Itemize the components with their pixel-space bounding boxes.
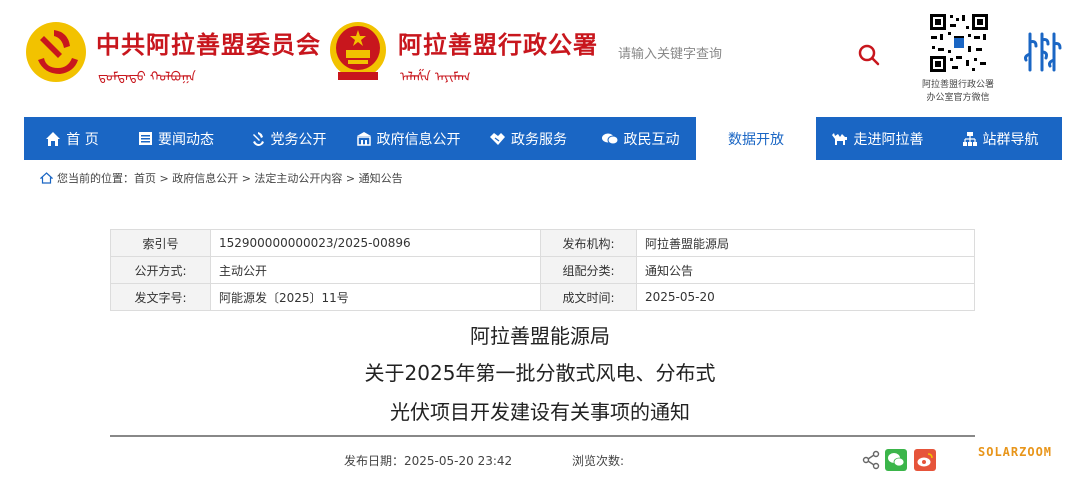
nav-news-label: 要闻动态 bbox=[158, 131, 214, 148]
view-count: 浏览次数: bbox=[572, 452, 624, 469]
nav-news[interactable]: 要闻动态 bbox=[120, 117, 232, 160]
document-number-value: 阿能源发〔2025〕11号 bbox=[210, 283, 541, 311]
nav-party-label: 党务公开 bbox=[270, 131, 327, 148]
table-row: 发文字号: 阿能源发〔2025〕11号 成文时间: 2025-05-20 bbox=[110, 283, 975, 311]
index-number-value: 152900000000023/2025-00896 bbox=[210, 229, 541, 257]
nav-open-data-label: 数据开放 bbox=[728, 131, 784, 148]
party-mongolian-text: ᠳ᠋ᠤᠮᠳᠠᠳᠤ ᠬᠣᠯᠪᠤᠭᠠ bbox=[98, 70, 196, 85]
document-title-line1: 阿拉善盟能源局 bbox=[470, 324, 610, 348]
publish-date-value: 2025-05-20 23:42 bbox=[404, 454, 513, 468]
handshake-icon bbox=[490, 133, 505, 145]
search-input[interactable] bbox=[604, 38, 844, 70]
disclosure-method-value: 主动公开 bbox=[210, 256, 541, 284]
document-info-table: 索引号 152900000000023/2025-00896 发布机构: 阿拉善… bbox=[110, 229, 975, 311]
nav-services[interactable]: 政务服务 bbox=[472, 117, 584, 160]
gov-mongolian-text: ᠠᠯᠠᠱᠠ ᠠᠶᠢᠮᠠᠭ bbox=[400, 70, 471, 85]
view-count-label: 浏览次数: bbox=[572, 454, 625, 468]
search-icon[interactable] bbox=[856, 42, 882, 68]
wechat-qr-code bbox=[928, 12, 990, 74]
nav-gov-info[interactable]: 政府信息公开 bbox=[344, 117, 472, 160]
category-value: 通知公告 bbox=[636, 256, 975, 284]
table-row: 索引号 152900000000023/2025-00896 发布机构: 阿拉善… bbox=[110, 229, 975, 257]
category-label: 组配分类: bbox=[540, 256, 637, 284]
publisher-value: 阿拉善盟能源局 bbox=[636, 229, 975, 257]
qr-caption-line1: 阿拉善盟行政公署 bbox=[921, 80, 994, 90]
home-outline-icon bbox=[40, 172, 53, 184]
index-number-label: 索引号 bbox=[110, 229, 211, 257]
site-header: 中共阿拉善盟委员会 ᠳ᠋ᠤᠮᠳᠠᠳᠤ ᠬᠣᠯᠪᠤᠭᠠ 阿拉善盟行政公署 ᠠᠯᠠᠱ… bbox=[0, 0, 1080, 117]
disclosure-method-label: 公开方式: bbox=[110, 256, 211, 284]
breadcrumb: 您当前的位置： 首页 > 政府信息公开 > 法定主动公开内容 > 通知公告 bbox=[40, 170, 403, 186]
nav-site-group[interactable]: 站群导航 bbox=[938, 117, 1062, 160]
search-box bbox=[604, 38, 892, 70]
party-committee-title: 中共阿拉善盟委员会 bbox=[96, 31, 321, 59]
publish-date-label: 发布日期： bbox=[344, 454, 405, 468]
nav-home[interactable]: 首 页 bbox=[24, 117, 120, 160]
party-icon bbox=[252, 131, 264, 146]
wechat-share-icon[interactable] bbox=[885, 449, 907, 471]
share-icon[interactable] bbox=[860, 449, 882, 471]
building-icon bbox=[356, 131, 371, 146]
party-emblem-icon bbox=[26, 22, 86, 82]
qr-caption-line2: 办公室官方微信 bbox=[926, 93, 990, 103]
nav-about-alxa[interactable]: 走进阿拉善 bbox=[816, 117, 938, 160]
nav-gov-info-label: 政府信息公开 bbox=[376, 131, 461, 148]
nav-site-group-label: 站群导航 bbox=[982, 131, 1039, 148]
weibo-share-icon[interactable] bbox=[914, 449, 936, 471]
home-icon bbox=[46, 131, 61, 146]
main-nav: 首 页 要闻动态 党务公开 政府信息公开 政务服务 政民互动 数据开放 走进阿拉… bbox=[24, 117, 1062, 160]
publisher-label: 发布机构: bbox=[540, 229, 637, 257]
publish-date: 发布日期：2025-05-20 23:42 bbox=[344, 452, 512, 469]
admin-office-title: 阿拉善盟行政公署 bbox=[398, 31, 598, 59]
table-row: 公开方式: 主动公开 组配分类: 通知公告 bbox=[110, 256, 975, 284]
written-date-label: 成文时间: bbox=[540, 283, 637, 311]
document-title-line3: 光伏项目开发建设有关事项的通知 bbox=[390, 400, 690, 424]
nav-interaction-label: 政民互动 bbox=[623, 131, 680, 148]
nav-about-alxa-label: 走进阿拉善 bbox=[853, 131, 924, 148]
breadcrumb-path[interactable]: 首页 > 政府信息公开 > 法定主动公开内容 > 通知公告 bbox=[134, 170, 403, 186]
nav-home-label: 首 页 bbox=[66, 131, 99, 148]
sitemap-icon bbox=[962, 131, 977, 146]
news-icon bbox=[139, 132, 152, 145]
qr-caption: 阿拉善盟行政公署 办公室官方微信 bbox=[912, 79, 1004, 105]
watermark-text: SOLARZOOM bbox=[978, 445, 1053, 459]
mongolian-script-icon bbox=[1024, 32, 1062, 72]
nav-services-label: 政务服务 bbox=[511, 131, 567, 148]
document-number-label: 发文字号: bbox=[110, 283, 211, 311]
document-title-line2: 关于2025年第一批分散式风电、分布式 bbox=[364, 361, 716, 385]
written-date-value: 2025-05-20 bbox=[636, 283, 975, 311]
chat-icon bbox=[601, 133, 618, 144]
national-emblem-icon bbox=[330, 22, 386, 80]
title-divider bbox=[110, 435, 975, 437]
nav-open-data[interactable]: 数据开放 bbox=[696, 117, 816, 160]
nav-interaction[interactable]: 政民互动 bbox=[584, 117, 696, 160]
nav-party[interactable]: 党务公开 bbox=[232, 117, 344, 160]
breadcrumb-prefix: 您当前的位置： bbox=[57, 172, 134, 185]
camel-icon bbox=[831, 133, 847, 145]
